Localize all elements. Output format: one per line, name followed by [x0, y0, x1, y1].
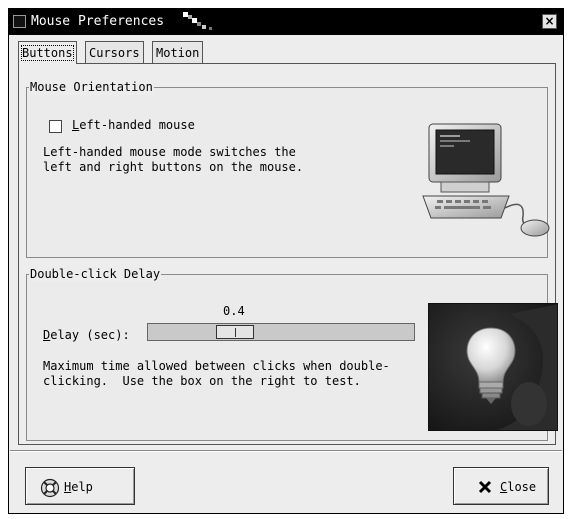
titlebar-pattern-icon [183, 12, 212, 30]
button-separator [10, 450, 562, 452]
tab-label: Cursors [89, 46, 140, 60]
double-click-description: Maximum time allowed between clicks when… [43, 359, 390, 388]
tab-cursors[interactable]: Cursors [85, 41, 144, 63]
window-menu-icon[interactable] [13, 15, 26, 28]
label-text: lose [507, 480, 537, 494]
computer-mouse-icon [422, 123, 550, 237]
tab-panel-buttons: Mouse Orientation Left-handed mouse Left… [18, 63, 558, 445]
label-text: eft-handed mouse [79, 118, 195, 132]
left-handed-checkbox[interactable] [49, 120, 62, 133]
tab-buttons[interactable]: Buttons [18, 41, 77, 64]
delay-slider[interactable] [147, 323, 415, 341]
left-handed-label[interactable]: Left-handed mouse [72, 118, 195, 132]
mouse-orientation-frame: Mouse Orientation Left-handed mouse Left… [26, 80, 550, 258]
delay-slider-thumb[interactable] [216, 325, 254, 339]
tab-label: Buttons [21, 45, 74, 61]
close-button[interactable]: Close [453, 467, 549, 505]
help-button[interactable]: Help [25, 467, 135, 505]
tab-label: Motion [156, 46, 200, 60]
orientation-description: Left-handed mouse mode switches the left… [43, 145, 304, 174]
lifebuoy-icon [40, 478, 60, 498]
label-text: elp [71, 480, 93, 494]
double-click-test-area[interactable] [428, 303, 558, 431]
lightbulb-icon [429, 304, 557, 430]
window-title: Mouse Preferences [31, 14, 165, 29]
delay-value-readout: 0.4 [223, 304, 245, 318]
double-click-frame: Double-click Delay 0.4 Delay (sec): Maxi… [26, 267, 558, 441]
label-text: elay (sec): [50, 328, 130, 342]
mouse-preferences-window: Mouse Preferences × Buttons Cursors Moti… [8, 8, 564, 514]
tab-motion[interactable]: Motion [152, 41, 204, 63]
close-window-button[interactable]: × [542, 14, 557, 29]
frame-label: Mouse Orientation [29, 80, 154, 95]
close-label: Close [500, 479, 536, 495]
close-x-icon [478, 480, 492, 494]
title-bar[interactable]: Mouse Preferences × [9, 9, 563, 35]
delay-label: Delay (sec): [43, 328, 130, 342]
help-label: Help [64, 479, 93, 495]
frame-label: Double-click Delay [29, 267, 162, 282]
